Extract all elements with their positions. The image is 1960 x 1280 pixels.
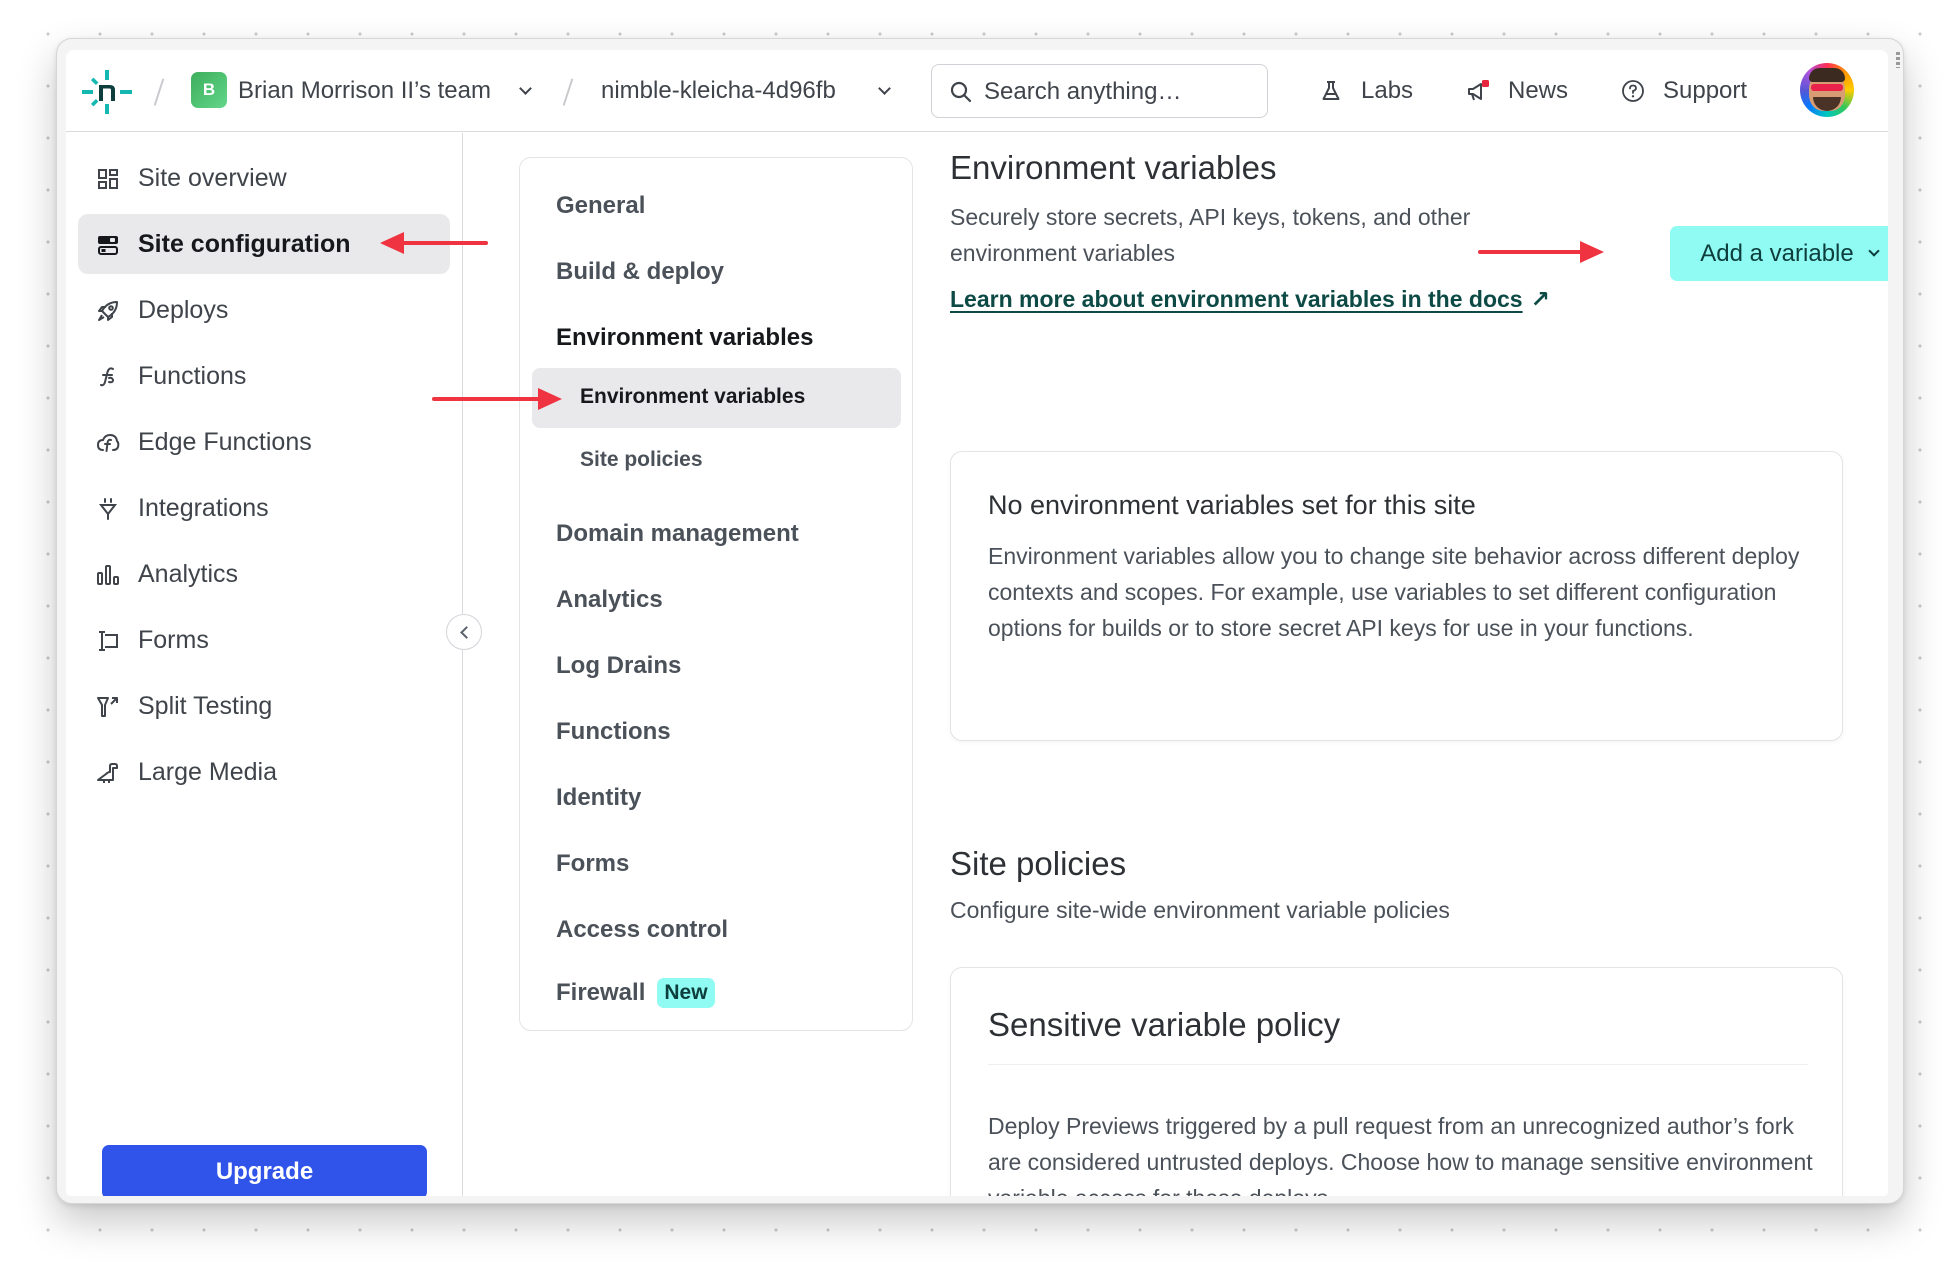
window-resize-grip[interactable] (1896, 52, 1900, 68)
news-link[interactable]: News (1466, 72, 1568, 110)
netlify-logo-icon[interactable] (82, 70, 132, 114)
sidebar-item-label: Deploys (138, 296, 229, 324)
settings-nav-identity[interactable]: Identity (556, 784, 641, 812)
sidebar-item-forms[interactable]: Forms (78, 610, 450, 670)
labs-link[interactable]: Labs (1319, 72, 1413, 110)
support-label: Support (1663, 77, 1748, 104)
add-variable-label: Add a variable (1700, 239, 1854, 267)
env-vars-title: Environment variables (950, 149, 1277, 186)
top-header: B Brian Morrison II’s team nimble-kleich… (66, 50, 1888, 132)
settings-nav-analytics[interactable]: Analytics (556, 586, 663, 614)
empty-state-body: Environment variables allow you to chang… (988, 543, 1800, 641)
bar-chart-icon (97, 565, 119, 585)
search-input[interactable] (984, 77, 1254, 107)
sidebar-item-label: Analytics (138, 560, 239, 588)
settings-nav-access-control[interactable]: Access control (556, 916, 728, 944)
add-variable-button[interactable]: Add a variable (1670, 226, 1888, 281)
settings-nav-build-deploy[interactable]: Build & deploy (556, 258, 724, 286)
env-vars-empty-state: No environment variables set for this si… (950, 451, 1843, 741)
chevron-down-icon[interactable] (519, 82, 532, 95)
site-switcher[interactable]: nimble-kleicha-4d96fb (601, 77, 836, 105)
env-vars-docs-link[interactable]: Learn more about environment variables i… (950, 281, 1550, 317)
user-avatar[interactable] (1800, 63, 1854, 117)
sidebar-item-label: Edge Functions (138, 428, 312, 456)
help-circle-icon (1622, 80, 1644, 102)
plug-icon (98, 498, 118, 520)
sidebar-item-integrations[interactable]: Integrations (78, 478, 450, 538)
settings-nav-label: Firewall (556, 979, 646, 1006)
env-vars-description: Securely store secrets, API keys, tokens… (950, 204, 1471, 266)
search-icon (950, 81, 972, 103)
annotation-arrow-site-configuration (380, 232, 488, 254)
settings-subnav-label: Site policies (580, 448, 703, 471)
policy-card-title: Sensitive variable policy (988, 1006, 1341, 1043)
sidebar-item-deploys[interactable]: Deploys (78, 280, 450, 340)
settings-nav-functions[interactable]: Functions (556, 718, 671, 746)
site-policies-description: Configure site-wide environment variable… (950, 897, 1450, 923)
sidebar-item-functions[interactable]: Functions (78, 346, 450, 406)
sidebar-item-label: Site configuration (138, 230, 351, 258)
upgrade-button[interactable]: Upgrade (102, 1145, 427, 1196)
sidebar-item-label: Split Testing (138, 692, 273, 720)
main-content: Environment variables Securely store sec… (950, 133, 1888, 1196)
cloud-function-icon (96, 433, 120, 452)
breadcrumb-separator (154, 78, 164, 106)
dinosaur-icon (97, 763, 118, 783)
settings-subnav-environment-variables[interactable]: Environment variables (532, 368, 901, 428)
chevron-down-icon (1868, 245, 1880, 257)
external-link-icon: ↗ (1530, 286, 1550, 312)
sidebar-item-label: Large Media (138, 758, 277, 786)
breadcrumb-separator (563, 78, 573, 106)
settings-nav-domain-management[interactable]: Domain management (556, 520, 799, 548)
settings-nav-forms[interactable]: Forms (556, 850, 629, 878)
annotation-arrow-environment-variables (432, 388, 562, 410)
empty-state-title: No environment variables set for this si… (988, 490, 1476, 520)
flask-icon (1322, 81, 1340, 100)
avatar-glasses (1811, 84, 1843, 91)
collapse-sidebar-button[interactable] (446, 614, 482, 650)
sidebar-item-label: Forms (138, 626, 209, 654)
sidebar-item-label: Functions (138, 362, 247, 390)
news-label: News (1508, 77, 1569, 104)
function-icon (100, 367, 115, 387)
netlify-app: B Brian Morrison II’s team nimble-kleich… (66, 50, 1888, 1196)
sidebar-item-analytics[interactable]: Analytics (78, 544, 450, 604)
split-icon (97, 697, 118, 717)
sidebar-item-edge-functions[interactable]: Edge Functions (78, 412, 450, 472)
avatar-hair (1809, 68, 1845, 82)
sidebar-item-label: Integrations (138, 494, 269, 522)
docs-link-text: Learn more about environment variables i… (950, 286, 1523, 312)
settings-nav-firewall[interactable]: Firewall New (556, 978, 715, 1008)
sidebar-item-label: Site overview (138, 164, 287, 192)
support-link[interactable]: Support (1621, 72, 1747, 110)
site-policies-title: Site policies (950, 845, 1127, 882)
search-box[interactable] (931, 64, 1268, 118)
sidebar-item-split-testing[interactable]: Split Testing (78, 676, 450, 736)
site-sidebar: Site overview Site configuration Deploys… (66, 133, 463, 1196)
form-icon (99, 631, 118, 651)
settings-nav-environment-variables[interactable]: Environment variables (556, 324, 813, 352)
settings-subnav-site-policies[interactable]: Site policies (532, 431, 901, 491)
sensitive-variable-policy-card: Sensitive variable policy Deploy Preview… (950, 967, 1843, 1196)
settings-nav-general[interactable]: General (556, 192, 645, 220)
team-avatar[interactable]: B (191, 72, 227, 108)
chevron-left-icon (459, 625, 473, 639)
policy-card-body: Deploy Previews triggered by a pull requ… (988, 1113, 1813, 1196)
divider (988, 1064, 1808, 1065)
chevron-down-icon[interactable] (878, 82, 891, 95)
settings-subnav-label: Environment variables (580, 385, 806, 408)
grid-icon (98, 169, 118, 189)
settings-nav-log-drains[interactable]: Log Drains (556, 652, 681, 680)
new-badge: New (657, 978, 715, 1008)
toggles-icon (98, 236, 118, 255)
annotation-arrow-add-variable (1478, 241, 1604, 263)
megaphone-icon (1468, 80, 1489, 101)
sidebar-item-site-overview[interactable]: Site overview (78, 148, 450, 208)
sidebar-item-large-media[interactable]: Large Media (78, 742, 450, 802)
labs-label: Labs (1361, 77, 1414, 104)
team-switcher[interactable]: Brian Morrison II’s team (238, 77, 491, 105)
settings-nav: General Build & deploy Environment varia… (519, 157, 913, 1031)
rocket-icon (98, 301, 118, 321)
